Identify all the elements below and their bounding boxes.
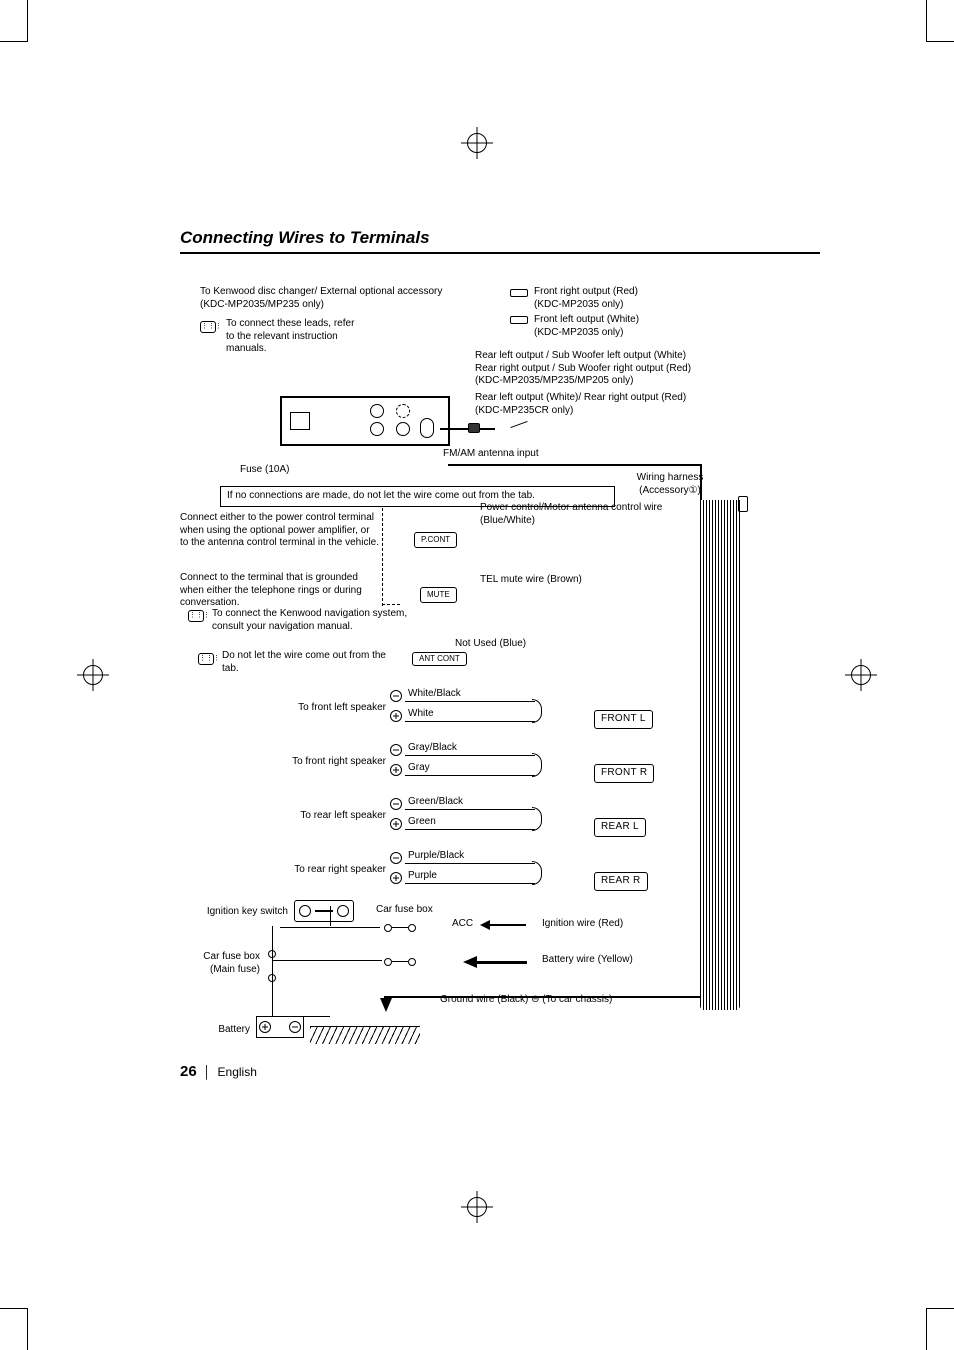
wiring-diagram: To Kenwood disc changer/ External option… (180, 286, 820, 1066)
plus-icon (390, 818, 402, 830)
minus-icon (390, 744, 402, 756)
page-title: Connecting Wires to Terminals (180, 228, 820, 254)
label-speaker-rl: To rear left speaker (180, 810, 386, 823)
label-disc-changer: To Kenwood disc changer/ External option… (200, 286, 450, 311)
plus-icon (390, 764, 402, 776)
label-fuse: Fuse (10A) (240, 464, 289, 477)
tag-front-r: FRONT R (594, 764, 654, 783)
page-lang: English (218, 1065, 257, 1079)
note-icon: ⋮⋮⋮ (198, 653, 214, 665)
label-front-left: Front left output (White)(KDC-MP2035 onl… (534, 314, 734, 339)
label-wire-fr-pos: Gray (408, 762, 430, 775)
note-icon: ⋮⋮⋮ (200, 321, 216, 333)
minus-icon (390, 690, 402, 702)
tag-antcont: ANT CONT (412, 652, 467, 666)
tag-rear-l: REAR L (594, 818, 646, 837)
label-tel-wire: TEL mute wire (Brown) (480, 574, 582, 587)
minus-icon (390, 798, 402, 810)
label-notused: Not Used (Blue) (455, 638, 526, 651)
label-ign-wire: Ignition wire (Red) (542, 918, 623, 931)
tag-front-l: FRONT L (594, 710, 653, 729)
label-wire-rl-neg: Green/Black (408, 796, 463, 809)
fuse-icon (384, 920, 416, 934)
label-wire-rr-pos: Purple (408, 870, 437, 883)
label-wire-fr-neg: Gray/Black (408, 742, 457, 755)
label-wiring-harness: Wiring harness(Accessory①) (620, 472, 720, 497)
label-connect-leads: To connect these leads, refer to the rel… (226, 318, 356, 356)
label-power-terminal: Connect either to the power control term… (180, 512, 380, 550)
chassis-icon (310, 1026, 420, 1044)
label-antenna: FM/AM antenna input (443, 448, 539, 461)
main-fuse-icon (265, 950, 281, 982)
label-speaker-fl: To front left speaker (180, 702, 386, 715)
label-speaker-fr: To front right speaker (180, 756, 386, 769)
harness-bundle (700, 500, 740, 1010)
plus-icon (390, 872, 402, 884)
minus-icon (390, 852, 402, 864)
label-car-fuse-main: Car fuse box (Main fuse) (180, 951, 260, 976)
label-wire-fl-pos: White (408, 708, 434, 721)
label-wire-rr-neg: Purple/Black (408, 850, 464, 863)
label-power-wire: Power control/Motor antenna control wire… (480, 502, 710, 527)
plus-icon (390, 710, 402, 722)
ignition-switch-icon (294, 900, 354, 922)
tag-pcont: P.CONT (414, 532, 457, 548)
label-battery: Battery (180, 1024, 250, 1037)
page-footer: 26 │ English (180, 1063, 257, 1080)
label-front-right: Front right output (Red)(KDC-MP2035 only… (534, 286, 734, 311)
label-ign-switch: Ignition key switch (180, 906, 288, 919)
label-wire-rl-pos: Green (408, 816, 436, 829)
tag-mute: MUTE (420, 587, 457, 603)
label-rear-cr: Rear left output (White)/ Rear right out… (475, 392, 805, 417)
tag-rear-r: REAR R (594, 872, 648, 891)
note-icon: ⋮⋮⋮ (188, 610, 204, 622)
label-tel-terminal: Connect to the terminal that is grounded… (180, 572, 380, 610)
label-nav: To connect the Kenwood navigation system… (212, 608, 432, 633)
label-wire-fl-neg: White/Black (408, 688, 461, 701)
label-batt-wire: Battery wire (Yellow) (542, 954, 633, 967)
label-car-fuse: Car fuse box (376, 904, 433, 917)
label-tab-note2: Do not let the wire come out from the ta… (222, 650, 392, 675)
label-speaker-rr: To rear right speaker (180, 864, 386, 877)
battery-icon (256, 1016, 304, 1038)
label-rear-sub: Rear left output / Sub Woofer left outpu… (475, 350, 805, 388)
page-number: 26 (180, 1063, 197, 1080)
label-acc: ACC (452, 918, 473, 931)
fuse-icon (384, 954, 416, 968)
